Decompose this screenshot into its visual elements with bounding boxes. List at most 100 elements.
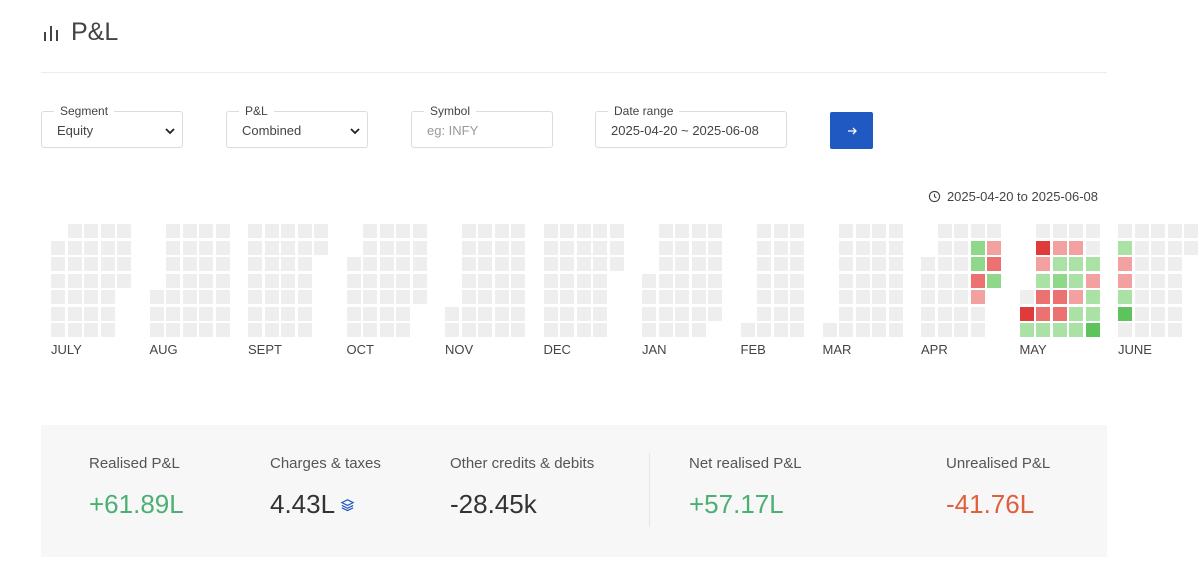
heatmap-day-cell[interactable]: [117, 257, 131, 271]
heatmap-day-cell[interactable]: [855, 240, 870, 255]
heatmap-day-cell[interactable]: [658, 224, 673, 238]
heatmap-day-cell[interactable]: [1151, 323, 1165, 337]
heatmap-day-cell[interactable]: [790, 257, 804, 271]
heatmap-day-cell[interactable]: [264, 240, 279, 255]
heatmap-day-cell[interactable]: [1069, 273, 1083, 288]
heatmap-day-cell[interactable]: [100, 240, 115, 255]
heatmap-day-cell[interactable]: [773, 240, 788, 255]
heatmap-day-cell[interactable]: [1069, 323, 1083, 337]
heatmap-day-cell[interactable]: [658, 240, 673, 255]
heatmap-day-cell[interactable]: [1151, 290, 1165, 304]
heatmap-day-cell[interactable]: [1167, 306, 1182, 321]
heatmap-day-cell[interactable]: [461, 240, 476, 255]
heatmap-day-cell[interactable]: [215, 240, 230, 255]
heatmap-day-cell[interactable]: [560, 224, 574, 238]
heatmap-day-cell[interactable]: [937, 290, 952, 304]
heatmap-day-cell[interactable]: [363, 323, 377, 337]
heatmap-day-cell[interactable]: [67, 273, 82, 288]
heatmap-day-cell[interactable]: [1036, 290, 1050, 304]
heatmap-day-cell[interactable]: [215, 306, 230, 321]
heatmap-day-cell[interactable]: [215, 224, 230, 238]
heatmap-day-cell[interactable]: [691, 240, 706, 255]
heatmap-day-cell[interactable]: [67, 290, 82, 304]
heatmap-day-cell[interactable]: [84, 290, 98, 304]
heatmap-day-cell[interactable]: [1085, 323, 1100, 337]
heatmap-day-cell[interactable]: [1069, 306, 1083, 321]
heatmap-day-cell[interactable]: [199, 257, 213, 271]
heatmap-day-cell[interactable]: [264, 306, 279, 321]
heatmap-day-cell[interactable]: [1118, 323, 1132, 337]
heatmap-day-cell[interactable]: [100, 224, 115, 238]
heatmap-day-cell[interactable]: [888, 224, 903, 238]
heatmap-day-cell[interactable]: [511, 240, 525, 255]
heatmap-day-cell[interactable]: [691, 290, 706, 304]
heatmap-day-cell[interactable]: [51, 323, 65, 337]
heatmap-day-cell[interactable]: [773, 323, 788, 337]
heatmap-day-cell[interactable]: [872, 224, 886, 238]
heatmap-day-cell[interactable]: [839, 224, 853, 238]
heatmap-day-cell[interactable]: [1019, 323, 1034, 337]
heatmap-day-cell[interactable]: [51, 306, 65, 321]
heatmap-day-cell[interactable]: [970, 273, 985, 288]
heatmap-day-cell[interactable]: [1085, 306, 1100, 321]
heatmap-day-cell[interactable]: [461, 290, 476, 304]
heatmap-day-cell[interactable]: [773, 273, 788, 288]
heatmap-day-cell[interactable]: [954, 323, 968, 337]
heatmap-day-cell[interactable]: [1019, 306, 1034, 321]
heatmap-day-cell[interactable]: [478, 257, 492, 271]
heatmap-day-cell[interactable]: [149, 290, 164, 304]
heatmap-day-cell[interactable]: [182, 290, 197, 304]
heatmap-day-cell[interactable]: [855, 273, 870, 288]
heatmap-day-cell[interactable]: [494, 257, 509, 271]
heatmap-day-cell[interactable]: [593, 224, 607, 238]
heatmap-day-cell[interactable]: [166, 290, 180, 304]
heatmap-day-cell[interactable]: [412, 290, 427, 304]
heatmap-day-cell[interactable]: [691, 273, 706, 288]
heatmap-day-cell[interactable]: [396, 306, 410, 321]
heatmap-day-cell[interactable]: [215, 273, 230, 288]
heatmap-day-cell[interactable]: [67, 240, 82, 255]
heatmap-day-cell[interactable]: [511, 224, 525, 238]
heatmap-day-cell[interactable]: [921, 323, 935, 337]
heatmap-day-cell[interactable]: [675, 257, 689, 271]
heatmap-day-cell[interactable]: [51, 290, 65, 304]
heatmap-day-cell[interactable]: [757, 273, 771, 288]
heatmap-day-cell[interactable]: [708, 240, 722, 255]
heatmap-day-cell[interactable]: [166, 273, 180, 288]
heatmap-day-cell[interactable]: [51, 257, 65, 271]
heatmap-day-cell[interactable]: [166, 257, 180, 271]
heatmap-day-cell[interactable]: [281, 224, 295, 238]
heatmap-day-cell[interactable]: [461, 273, 476, 288]
heatmap-day-cell[interactable]: [872, 290, 886, 304]
heatmap-day-cell[interactable]: [543, 273, 558, 288]
heatmap-day-cell[interactable]: [1134, 323, 1149, 337]
heatmap-day-cell[interactable]: [1167, 290, 1182, 304]
heatmap-day-cell[interactable]: [921, 273, 935, 288]
heatmap-day-cell[interactable]: [593, 257, 607, 271]
heatmap-day-cell[interactable]: [511, 257, 525, 271]
heatmap-day-cell[interactable]: [461, 306, 476, 321]
heatmap-day-cell[interactable]: [1118, 306, 1132, 321]
heatmap-day-cell[interactable]: [1134, 273, 1149, 288]
heatmap-day-cell[interactable]: [117, 240, 131, 255]
heatmap-day-cell[interactable]: [1036, 257, 1050, 271]
heatmap-day-cell[interactable]: [182, 257, 197, 271]
heatmap-day-cell[interactable]: [560, 290, 574, 304]
heatmap-day-cell[interactable]: [412, 224, 427, 238]
heatmap-day-cell[interactable]: [921, 257, 935, 271]
heatmap-day-cell[interactable]: [954, 224, 968, 238]
heatmap-day-cell[interactable]: [773, 290, 788, 304]
heatmap-day-cell[interactable]: [609, 257, 624, 271]
heatmap-day-cell[interactable]: [149, 323, 164, 337]
heatmap-day-cell[interactable]: [478, 323, 492, 337]
heatmap-day-cell[interactable]: [494, 306, 509, 321]
heatmap-day-cell[interactable]: [790, 273, 804, 288]
heatmap-day-cell[interactable]: [839, 323, 853, 337]
heatmap-day-cell[interactable]: [363, 273, 377, 288]
heatmap-day-cell[interactable]: [740, 323, 755, 337]
heatmap-day-cell[interactable]: [839, 306, 853, 321]
heatmap-day-cell[interactable]: [839, 290, 853, 304]
heatmap-day-cell[interactable]: [609, 224, 624, 238]
heatmap-day-cell[interactable]: [314, 240, 328, 255]
heatmap-day-cell[interactable]: [297, 273, 312, 288]
